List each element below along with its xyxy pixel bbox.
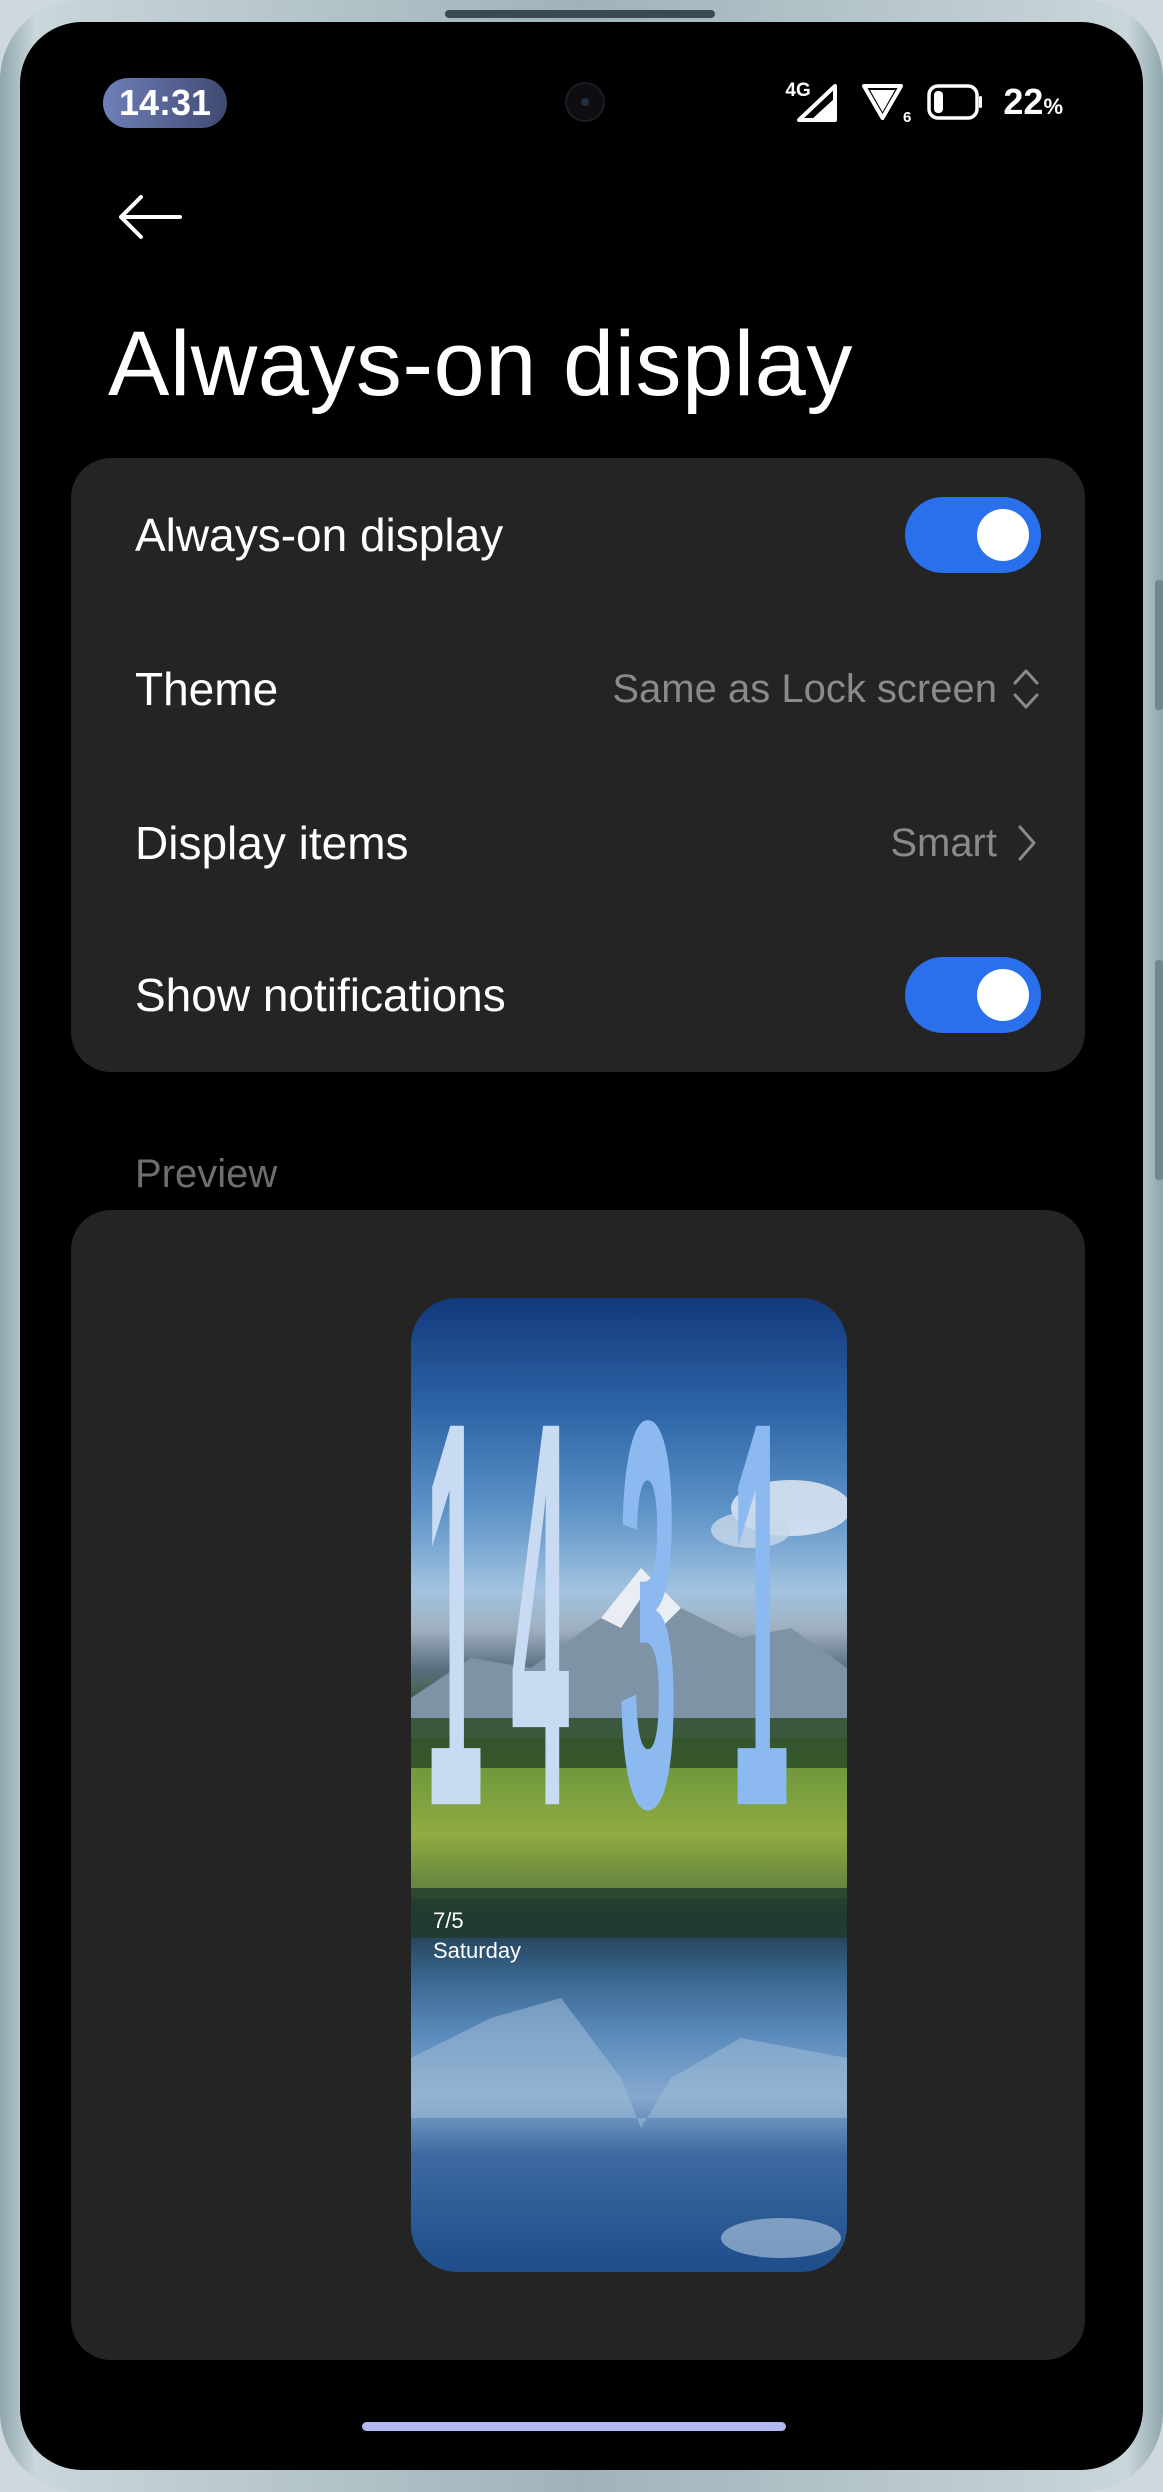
aod-row[interactable]: Always-on display (71, 458, 1085, 612)
status-time: 14:31 (103, 78, 227, 128)
aod-label: Always-on display (135, 509, 504, 561)
battery-value: 22 (1003, 81, 1044, 122)
notifications-label: Show notifications (135, 969, 506, 1021)
preview-card: 1 4 3 1 7/5 Saturday (71, 1210, 1085, 2360)
screen: 14:31 4G 6 22% Always-on display Always-… (20, 22, 1143, 2470)
display-items-value: Smart (890, 820, 997, 865)
theme-value-group: Same as Lock screen (612, 665, 1041, 713)
front-camera (565, 82, 605, 122)
battery-unit: % (1043, 94, 1063, 119)
preview-section-label: Preview (135, 1152, 278, 1196)
theme-value: Same as Lock screen (612, 666, 997, 711)
theme-label: Theme (135, 663, 279, 715)
network-type-label: 4G (785, 80, 811, 101)
display-items-value-group: Smart (890, 821, 1041, 866)
battery-percentage: 22% (1003, 81, 1063, 123)
power-button (1155, 960, 1163, 1180)
volume-button (1155, 580, 1163, 710)
display-items-label: Display items (135, 817, 409, 869)
back-button[interactable] (110, 182, 190, 252)
cellular-signal-icon: 4G (785, 80, 841, 124)
notifications-toggle[interactable] (905, 957, 1041, 1033)
aod-toggle[interactable] (905, 497, 1041, 573)
device-frame: 14:31 4G 6 22% Always-on display Always-… (0, 0, 1163, 2492)
chevron-right-icon (1018, 825, 1036, 861)
up-down-chevron-icon (1013, 669, 1039, 709)
clock-digit-1: 1 (425, 1307, 484, 1921)
display-items-row[interactable]: Display items Smart (71, 766, 1085, 920)
toggle-knob (977, 509, 1029, 561)
back-arrow-icon (119, 195, 182, 239)
preview-weekday: Saturday (433, 1937, 522, 1963)
preview-date-block: 7/5 Saturday (433, 1906, 521, 1965)
toggle-knob (977, 969, 1029, 1021)
wifi-icon: 6 (861, 80, 911, 126)
theme-row[interactable]: Theme Same as Lock screen (71, 612, 1085, 766)
frame-top-slot (445, 10, 715, 18)
clock-digit-4: 1 (731, 1307, 790, 1921)
page-title: Always-on display (108, 313, 853, 415)
status-bar: 14:31 4G 6 22% (20, 22, 1143, 132)
status-icons: 4G 6 22% (785, 80, 1063, 126)
battery-icon (927, 82, 983, 122)
settings-card: Always-on display Theme Same as Lock scr… (71, 458, 1085, 1072)
clock-digit-2: 4 (511, 1307, 570, 1921)
home-indicator[interactable] (362, 2422, 786, 2431)
aod-preview[interactable]: 1 4 3 1 7/5 Saturday (411, 1298, 847, 2272)
wifi-badge: 6 (903, 109, 912, 126)
clock-digit-3: 3 (619, 1307, 678, 1921)
preview-date: 7/5 (433, 1908, 464, 1933)
notifications-row[interactable]: Show notifications (71, 918, 1085, 1072)
